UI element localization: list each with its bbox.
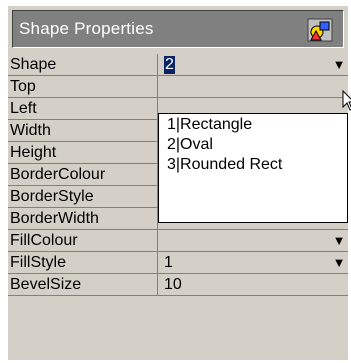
- property-label-bordercolour: BorderColour: [8, 164, 158, 186]
- property-row-top[interactable]: Top: [8, 76, 348, 98]
- property-label-shape: Shape: [8, 54, 158, 76]
- property-label-height: Height: [8, 142, 158, 164]
- property-label-left: Left: [8, 98, 158, 120]
- property-value-shape[interactable]: 2 ▼: [158, 54, 348, 76]
- property-label-fillcolour: FillColour: [8, 230, 158, 252]
- property-value-bevelsize[interactable]: 10: [158, 274, 348, 296]
- property-label-borderwidth: BorderWidth: [8, 208, 158, 230]
- property-value-top[interactable]: [158, 76, 348, 98]
- property-value-text: 2: [164, 56, 175, 74]
- property-value-fillcolour[interactable]: ▼: [158, 230, 348, 252]
- property-label-bevelsize: BevelSize: [8, 274, 158, 296]
- property-row-shape[interactable]: Shape 2 ▼: [8, 54, 348, 76]
- dropdown-arrow-icon[interactable]: ▼: [330, 55, 348, 75]
- property-value-text: 10: [164, 276, 182, 293]
- shape-option[interactable]: 3|Rounded Rect: [159, 155, 347, 175]
- mouse-cursor-icon: [342, 90, 351, 111]
- property-label-fillstyle: FillStyle: [8, 252, 158, 274]
- property-value-text: 1: [164, 254, 173, 271]
- shapes-icon: [307, 18, 333, 42]
- dropdown-arrow-icon[interactable]: ▼: [330, 231, 348, 251]
- shape-option[interactable]: 1|Rectangle: [159, 115, 347, 135]
- property-label-borderstyle: BorderStyle: [8, 186, 158, 208]
- title-bar: Shape Properties: [12, 10, 344, 48]
- property-row-fillcolour[interactable]: FillColour ▼: [8, 230, 348, 252]
- panel-header: Shape Properties: [8, 6, 348, 54]
- property-row-fillstyle[interactable]: FillStyle 1 ▼: [8, 252, 348, 274]
- property-label-top: Top: [8, 76, 158, 98]
- dropdown-arrow-icon[interactable]: ▼: [330, 253, 348, 273]
- property-value-fillstyle[interactable]: 1 ▼: [158, 252, 348, 274]
- shape-dropdown-list[interactable]: 1|Rectangle 2|Oval 3|Rounded Rect: [158, 113, 348, 223]
- property-row-bevelsize[interactable]: BevelSize 10: [8, 274, 348, 296]
- shape-properties-panel: Shape Properties Shape 2 ▼ Top Left Width Heig…: [8, 6, 351, 360]
- panel-title: Shape Properties: [19, 19, 154, 38]
- property-label-width: Width: [8, 120, 158, 142]
- shape-option[interactable]: 2|Oval: [159, 135, 347, 155]
